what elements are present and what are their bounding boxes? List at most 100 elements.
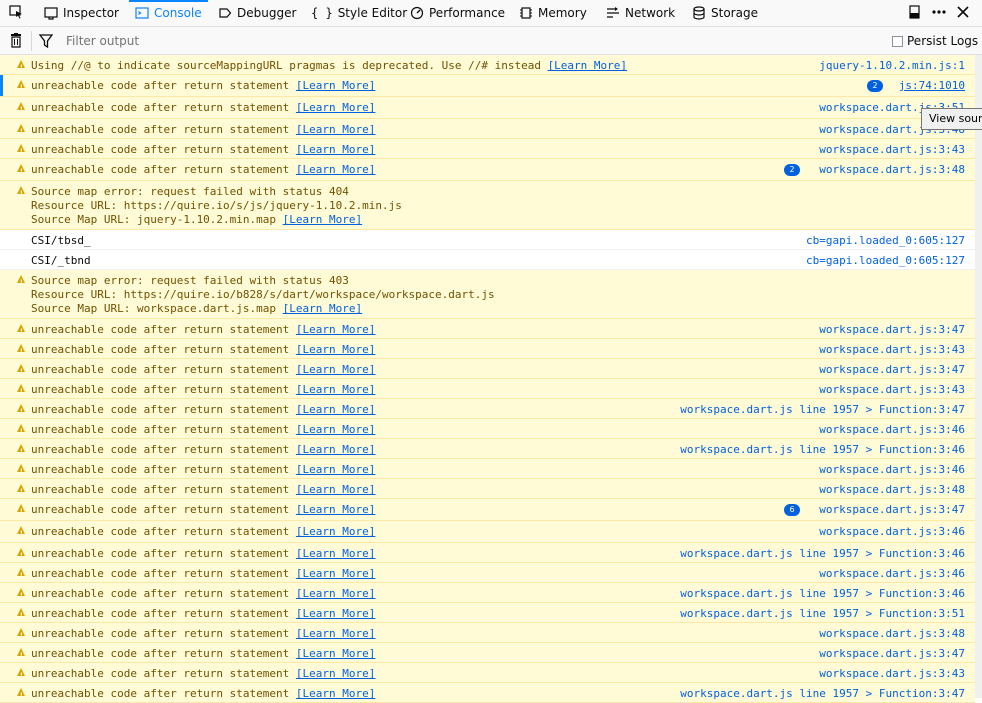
warning-message[interactable]: unreachable code after return statement …: [0, 479, 975, 499]
source-location-link[interactable]: workspace.dart.js:3:46: [819, 525, 965, 539]
learn-more-link[interactable]: [Learn More]: [296, 567, 375, 580]
tab-memory[interactable]: Memory: [519, 0, 587, 26]
warning-message[interactable]: unreachable code after return statement …: [0, 399, 975, 419]
learn-more-link[interactable]: [Learn More]: [296, 607, 375, 620]
tab-performance[interactable]: Performance: [410, 0, 505, 26]
warning-message[interactable]: unreachable code after return statement …: [0, 319, 975, 339]
tab-debugger[interactable]: Debugger: [218, 0, 296, 26]
source-location-link[interactable]: workspace.dart.js:3:47: [819, 647, 965, 661]
source-location-link[interactable]: workspace.dart.js:3:47: [819, 363, 965, 377]
source-location-link[interactable]: workspace.dart.js:3:46: [819, 567, 965, 581]
learn-more-link[interactable]: [Learn More]: [283, 302, 362, 315]
devtools-toolbar: Inspector Console Debugger { } Style Editor P…: [0, 0, 982, 27]
source-location-link[interactable]: workspace.dart.js line 1957 > Function:3…: [680, 607, 965, 621]
source-location-link[interactable]: workspace.dart.js line 1957 > Function:3…: [680, 403, 965, 417]
tab-console[interactable]: Console: [129, 0, 208, 26]
warning-message[interactable]: unreachable code after return statement …: [0, 683, 975, 703]
warning-message[interactable]: unreachable code after return statement …: [0, 439, 975, 459]
learn-more-link[interactable]: [Learn More]: [296, 443, 375, 456]
close-icon[interactable]: [957, 4, 969, 23]
learn-more-link[interactable]: [Learn More]: [296, 423, 375, 436]
learn-more-link[interactable]: [Learn More]: [296, 687, 375, 700]
tab-inspector[interactable]: Inspector: [44, 0, 119, 26]
source-location-link[interactable]: workspace.dart.js:3:43: [819, 343, 965, 357]
more-options-icon[interactable]: [931, 4, 947, 23]
filter-input[interactable]: [60, 31, 772, 51]
dock-toggle-icon[interactable]: [909, 4, 921, 23]
trash-icon[interactable]: [9, 33, 23, 51]
source-location-link[interactable]: workspace.dart.js line 1957 > Function:3…: [680, 687, 965, 701]
warning-message[interactable]: unreachable code after return statement …: [0, 139, 975, 159]
source-location-link[interactable]: cb=gapi.loaded_0:605:127: [806, 234, 965, 248]
learn-more-link[interactable]: [Learn More]: [296, 143, 375, 156]
source-location-link[interactable]: workspace.dart.js:3:48: [819, 483, 965, 497]
learn-more-link[interactable]: [Learn More]: [283, 213, 362, 226]
learn-more-link[interactable]: [Learn More]: [296, 79, 375, 92]
log-message[interactable]: CSI/tbsd_ cb=gapi.loaded_0:605:127: [0, 230, 975, 250]
debugger-icon: [218, 6, 232, 20]
source-location-link[interactable]: workspace.dart.js:3:48: [819, 163, 965, 177]
warning-message[interactable]: unreachable code after return statement …: [0, 97, 975, 119]
source-location-link[interactable]: workspace.dart.js:3:48: [819, 627, 965, 641]
learn-more-link[interactable]: [Learn More]: [296, 463, 375, 476]
warning-message[interactable]: unreachable code after return statement …: [0, 75, 975, 97]
learn-more-link[interactable]: [Learn More]: [296, 525, 375, 538]
warning-message[interactable]: unreachable code after return statement …: [0, 521, 975, 543]
warning-message[interactable]: unreachable code after return statement …: [0, 643, 975, 663]
learn-more-link[interactable]: [Learn More]: [296, 343, 375, 356]
learn-more-link[interactable]: [Learn More]: [296, 503, 375, 516]
source-location-link[interactable]: workspace.dart.js:3:46: [819, 423, 965, 437]
source-location-link[interactable]: workspace.dart.js:3:46: [819, 463, 965, 477]
tab-network[interactable]: Network: [606, 0, 675, 26]
tab-style-editor[interactable]: { } Style Editor: [311, 0, 407, 26]
source-location-link[interactable]: workspace.dart.js:3:43: [819, 383, 965, 397]
learn-more-link[interactable]: [Learn More]: [548, 59, 627, 72]
source-location-link[interactable]: jquery-1.10.2.min.js:1: [819, 59, 965, 73]
warning-message[interactable]: unreachable code after return statement …: [0, 339, 975, 359]
source-location-link[interactable]: workspace.dart.js line 1957 > Function:3…: [680, 443, 965, 457]
learn-more-link[interactable]: [Learn More]: [296, 123, 375, 136]
element-picker-icon[interactable]: [9, 5, 23, 19]
learn-more-link[interactable]: [Learn More]: [296, 363, 375, 376]
source-location-link[interactable]: workspace.dart.js line 1957 > Function:3…: [680, 547, 965, 561]
warning-message[interactable]: unreachable code after return statement …: [0, 419, 975, 439]
log-message[interactable]: CSI/_tbnd cb=gapi.loaded_0:605:127: [0, 250, 975, 270]
tab-storage[interactable]: Storage: [692, 0, 758, 26]
warning-message[interactable]: unreachable code after return statement …: [0, 159, 975, 181]
source-location-link[interactable]: workspace.dart.js line 1957 > Function:3…: [680, 587, 965, 601]
warning-message[interactable]: unreachable code after return statement …: [0, 359, 975, 379]
scrollbar[interactable]: [975, 55, 982, 698]
warning-message[interactable]: unreachable code after return statement …: [0, 459, 975, 479]
source-location-link[interactable]: workspace.dart.js:3:47: [819, 323, 965, 337]
learn-more-link[interactable]: [Learn More]: [296, 383, 375, 396]
learn-more-link[interactable]: [Learn More]: [296, 647, 375, 660]
warning-message[interactable]: unreachable code after return statement …: [0, 623, 975, 643]
warning-message[interactable]: unreachable code after return statement …: [0, 583, 975, 603]
warning-message[interactable]: unreachable code after return statement …: [0, 543, 975, 563]
learn-more-link[interactable]: [Learn More]: [296, 101, 375, 114]
learn-more-link[interactable]: [Learn More]: [296, 627, 375, 640]
warning-message[interactable]: unreachable code after return statement …: [0, 563, 975, 583]
learn-more-link[interactable]: [Learn More]: [296, 403, 375, 416]
warning-message[interactable]: Using //@ to indicate sourceMappingURL p…: [0, 55, 975, 75]
warning-message[interactable]: unreachable code after return statement …: [0, 379, 975, 399]
learn-more-link[interactable]: [Learn More]: [296, 163, 375, 176]
source-location-link[interactable]: js:74:1010: [899, 79, 965, 93]
persist-logs-checkbox[interactable]: [892, 35, 903, 47]
learn-more-link[interactable]: [Learn More]: [296, 323, 375, 336]
warning-message[interactable]: unreachable code after return statement …: [0, 499, 975, 521]
source-location-link[interactable]: workspace.dart.js:3:47: [819, 503, 965, 517]
persist-logs-toggle[interactable]: Persist Logs: [892, 34, 978, 48]
source-location-link[interactable]: workspace.dart.js:3:43: [819, 667, 965, 681]
warning-message[interactable]: unreachable code after return statement …: [0, 119, 975, 139]
learn-more-link[interactable]: [Learn More]: [296, 587, 375, 600]
warning-message[interactable]: unreachable code after return statement …: [0, 663, 975, 683]
source-location-link[interactable]: workspace.dart.js:3:43: [819, 143, 965, 157]
source-location-link[interactable]: cb=gapi.loaded_0:605:127: [806, 254, 965, 268]
warning-message[interactable]: unreachable code after return statement …: [0, 603, 975, 623]
learn-more-link[interactable]: [Learn More]: [296, 547, 375, 560]
warning-message[interactable]: Source map error: request failed with st…: [0, 181, 975, 230]
learn-more-link[interactable]: [Learn More]: [296, 483, 375, 496]
warning-message[interactable]: Source map error: request failed with st…: [0, 270, 975, 319]
learn-more-link[interactable]: [Learn More]: [296, 667, 375, 680]
